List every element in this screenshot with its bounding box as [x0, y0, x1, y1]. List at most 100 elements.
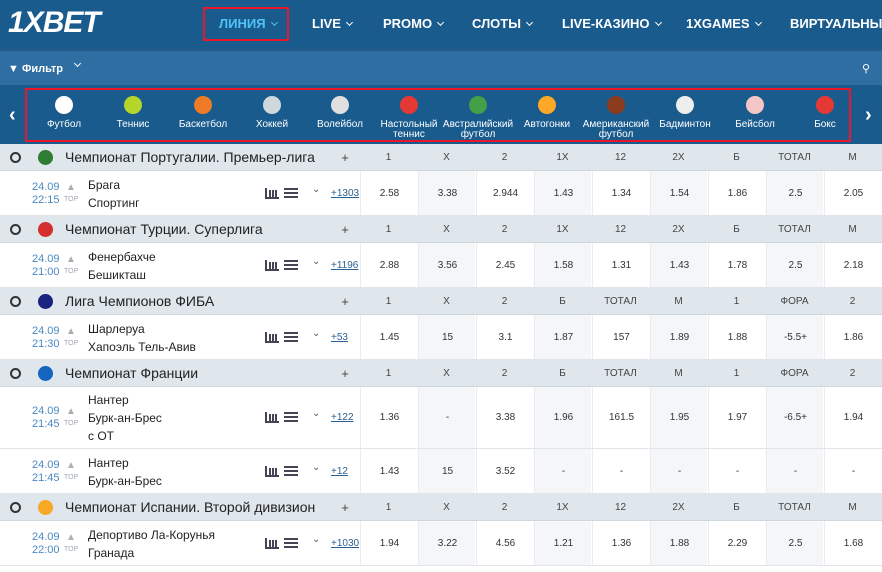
star-icon[interactable]: ▲ [66, 406, 76, 417]
odds-cell[interactable]: 2.5 [766, 243, 823, 287]
odds-cell[interactable]: 1.54 [650, 171, 707, 215]
sport-item-6[interactable]: Австралийский футбол [438, 90, 518, 140]
odds-cell[interactable]: - [824, 449, 881, 493]
chevron-down-icon[interactable]: ⌄ [312, 408, 320, 419]
star-icon[interactable]: ▲ [66, 326, 76, 337]
add-league-button[interactable]: + [330, 144, 360, 171]
odds-cell[interactable]: 2.45 [476, 243, 533, 287]
odds-cell[interactable]: 1.31 [592, 243, 649, 287]
list-icon[interactable] [284, 465, 298, 477]
odds-cell[interactable]: 2.5 [766, 171, 823, 215]
odds-cell[interactable]: 1.45 [360, 315, 417, 359]
sport-item-11[interactable]: Бокс [785, 90, 865, 130]
add-league-button[interactable]: + [330, 360, 360, 387]
nav-item-3[interactable]: СЛОТЫ [472, 15, 534, 33]
chevron-down-icon[interactable]: ⌄ [312, 184, 320, 195]
odds-cell[interactable]: 157 [592, 315, 649, 359]
odds-cell[interactable]: - [766, 449, 823, 493]
chevron-down-icon[interactable]: ⌄ [312, 462, 320, 473]
odds-cell[interactable]: 3.52 [476, 449, 533, 493]
chevron-right-icon[interactable]: › [865, 104, 872, 127]
odds-cell[interactable]: 1.36 [592, 521, 649, 565]
search-icon[interactable]: ⚲ [862, 62, 870, 75]
odds-cell[interactable]: 3.38 [476, 387, 533, 448]
sport-item-1[interactable]: Теннис [93, 90, 173, 130]
filter-button[interactable]: ▼ Фильтр [8, 63, 63, 75]
brand-logo[interactable]: 1XBET [8, 6, 101, 40]
odds-cell[interactable]: 1.97 [708, 387, 765, 448]
nav-item-0[interactable]: ЛИНИЯ [203, 7, 289, 41]
odds-cell[interactable]: 3.38 [418, 171, 475, 215]
odds-cell[interactable]: 1.43 [360, 449, 417, 493]
event-row[interactable]: 24.09 22:00 ▲ TOP Депортиво Ла-Корунья Гранад… [0, 521, 882, 566]
statistics-icon[interactable] [265, 537, 279, 549]
odds-cell[interactable]: 2.18 [824, 243, 881, 287]
league-header[interactable]: Чемпионат Франции +1 X 2 Б ТОТАЛ М 1 ФОРА 2 [0, 360, 882, 387]
odds-cell[interactable]: 1.78 [708, 243, 765, 287]
more-markets-link[interactable]: +122 [331, 412, 354, 423]
statistics-icon[interactable] [265, 331, 279, 343]
chevron-down-icon[interactable]: ⌄ [312, 328, 320, 339]
chevron-down-icon[interactable]: ⌄ [312, 256, 320, 267]
league-header[interactable]: Чемпионат Турции. Суперлига +1 X 2 1X 12 2X Б ТО… [0, 216, 882, 243]
odds-cell[interactable]: 2.944 [476, 171, 533, 215]
sport-item-8[interactable]: Американский футбол [576, 90, 656, 140]
odds-cell[interactable]: 2.05 [824, 171, 881, 215]
league-header[interactable]: Чемпионат Португалии. Премьер-лига +1 X 2 1X… [0, 144, 882, 171]
nav-item-6[interactable]: ВИРТУАЛЬНЫЙ [790, 15, 882, 33]
odds-cell[interactable]: 1.36 [360, 387, 417, 448]
odds-cell[interactable]: 1.43 [650, 243, 707, 287]
odds-cell[interactable]: 3.1 [476, 315, 533, 359]
nav-item-5[interactable]: 1XGAMES [686, 15, 762, 33]
list-icon[interactable] [284, 331, 298, 343]
sport-item-4[interactable]: Волейбол [300, 90, 380, 130]
odds-cell[interactable]: 1.87 [534, 315, 591, 359]
more-markets-link[interactable]: +1303 [331, 188, 359, 199]
odds-cell[interactable]: 1.86 [708, 171, 765, 215]
more-markets-link[interactable]: +1030 [331, 538, 359, 549]
odds-cell[interactable]: - [650, 449, 707, 493]
statistics-icon[interactable] [265, 412, 279, 423]
sport-item-5[interactable]: Настольный теннис [369, 90, 449, 140]
event-teams[interactable]: Шарлеруа Хапоэль Тель-Авив [88, 320, 196, 356]
event-row[interactable]: 24.09 21:45 ▲ TOP Нантер Бурк-ан-Брес ⌄ +12 1.43… [0, 449, 882, 494]
odds-cell[interactable]: -5.5+ [766, 315, 823, 359]
chevron-left-icon[interactable]: ‹ [9, 104, 16, 127]
odds-cell[interactable]: 1.68 [824, 521, 881, 565]
odds-cell[interactable]: - [592, 449, 649, 493]
event-teams[interactable]: Брага Спортинг [88, 176, 139, 212]
sport-item-9[interactable]: Бадминтон [645, 90, 725, 130]
odds-cell[interactable]: 1.43 [534, 171, 591, 215]
more-markets-link[interactable]: +53 [331, 332, 348, 343]
odds-cell[interactable]: -6.5+ [766, 387, 823, 448]
league-header[interactable]: Лига Чемпионов ФИБА +1 X 2 Б ТОТАЛ М 1 ФОРА 2 [0, 288, 882, 315]
odds-cell[interactable]: - [708, 449, 765, 493]
more-markets-link[interactable]: +12 [331, 466, 348, 477]
event-teams[interactable]: Фенербахче Бешикташ [88, 248, 156, 284]
odds-cell[interactable]: 1.21 [534, 521, 591, 565]
star-icon[interactable]: ▲ [66, 460, 76, 471]
chevron-down-icon[interactable] [73, 59, 82, 68]
add-league-button[interactable]: + [330, 494, 360, 521]
star-icon[interactable]: ▲ [66, 254, 76, 265]
sport-item-0[interactable]: Футбол [24, 90, 104, 130]
sport-item-2[interactable]: Баскетбол [163, 90, 243, 130]
event-row[interactable]: 24.09 21:30 ▲ TOP Шарлеруа Хапоэль Тель-Авив ⌄… [0, 315, 882, 360]
odds-cell[interactable]: 1.95 [650, 387, 707, 448]
odds-cell[interactable]: 1.89 [650, 315, 707, 359]
event-row[interactable]: 24.09 22:15 ▲ TOP Брага Спортинг ⌄ +1303 2.58 3.3… [0, 171, 882, 216]
star-icon[interactable]: ▲ [66, 532, 76, 543]
statistics-icon[interactable] [265, 465, 279, 477]
odds-cell[interactable]: - [418, 387, 475, 448]
nav-item-2[interactable]: PROMO [383, 15, 445, 33]
odds-cell[interactable]: 3.56 [418, 243, 475, 287]
league-header[interactable]: Чемпионат Испании. Второй дивизион +1 X 2 1X… [0, 494, 882, 521]
odds-cell[interactable]: 15 [418, 449, 475, 493]
odds-cell[interactable]: 15 [418, 315, 475, 359]
statistics-icon[interactable] [265, 259, 279, 271]
sport-item-10[interactable]: Бейсбол [715, 90, 795, 130]
event-row[interactable]: 24.09 21:45 ▲ TOP Нантер Бурк-ан-Брес с ОТ ⌄ +12… [0, 387, 882, 449]
list-icon[interactable] [284, 187, 298, 199]
sport-item-7[interactable]: Автогонки [507, 90, 587, 130]
odds-cell[interactable]: 1.58 [534, 243, 591, 287]
